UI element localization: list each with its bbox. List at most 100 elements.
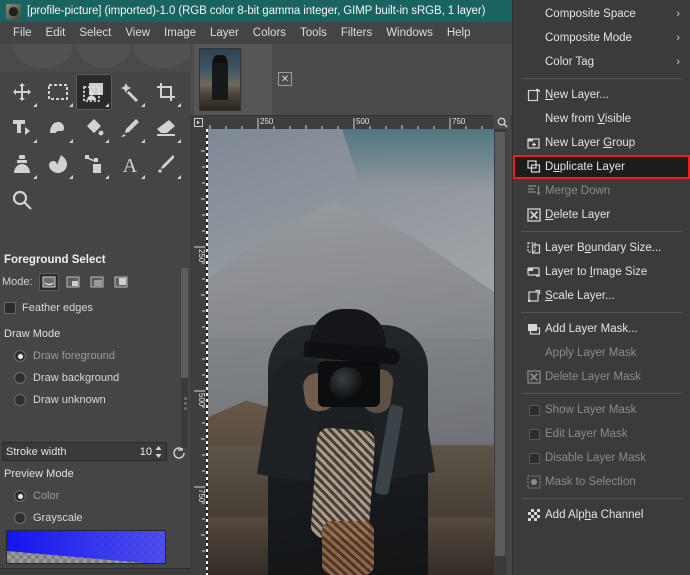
- replace-selection-button[interactable]: [38, 273, 59, 291]
- move-tool[interactable]: [4, 74, 40, 110]
- horizontal-ruler[interactable]: 250 500 750: [190, 115, 512, 129]
- tool-corner-marker: [33, 175, 37, 179]
- tool-corner-marker: [33, 139, 37, 143]
- subtract-from-selection-button[interactable]: [87, 273, 107, 291]
- svg-text:750: 750: [197, 489, 206, 503]
- checkbox-square: [528, 428, 540, 440]
- feather-edges-row[interactable]: Feather edges: [4, 302, 93, 314]
- checkbox-icon: [523, 404, 545, 416]
- color-picker-tool[interactable]: [148, 146, 184, 182]
- menubar-item-layer[interactable]: Layer: [203, 25, 246, 41]
- menubar-item-colors[interactable]: Colors: [246, 25, 293, 41]
- vertical-ruler[interactable]: 250 500 750: [190, 129, 206, 575]
- layer-context-menu[interactable]: Composite Space › Composite Mode › Color Tag…: [512, 0, 690, 575]
- tool-grid[interactable]: A: [4, 74, 186, 218]
- menu-item-label: Add Layer Mask...: [545, 323, 638, 335]
- tool-corner-marker: [177, 139, 181, 143]
- scrollbar-thumb[interactable]: [495, 132, 505, 556]
- bucket-fill-tool[interactable]: [76, 110, 112, 146]
- image-canvas[interactable]: [206, 129, 494, 575]
- menu-item-label: Layer Boundary Size...: [545, 242, 662, 254]
- decorative-blob: [134, 44, 190, 68]
- menu-item-mask-to-selection: Mask to Selection: [513, 470, 690, 494]
- warp-transform-tool[interactable]: [40, 110, 76, 146]
- menu-item-add-layer-mask[interactable]: Add Layer Mask...: [513, 317, 690, 341]
- draw-background-radio[interactable]: [14, 372, 26, 384]
- merge-down-icon: [523, 184, 545, 198]
- intersect-with-selection-button[interactable]: [111, 273, 131, 291]
- stroke-width-row[interactable]: Stroke width 10: [2, 442, 188, 461]
- panel-resize-grip[interactable]: [184, 395, 189, 417]
- tool-corner-marker: [105, 103, 109, 107]
- menu-item-label: Layer to Image Size: [545, 266, 648, 278]
- opacity-gradient-preview[interactable]: [6, 530, 166, 564]
- preview-grayscale-radio[interactable]: [14, 512, 26, 524]
- menu-item-scale-layer[interactable]: Scale Layer...: [513, 284, 690, 308]
- smudge-tool[interactable]: [40, 146, 76, 182]
- tool-options-scrollbar[interactable]: [181, 268, 188, 448]
- preview-color-row[interactable]: Color: [14, 490, 59, 502]
- menu-item-show-layer-mask: Show Layer Mask: [513, 398, 690, 422]
- menubar-item-select[interactable]: Select: [72, 25, 118, 41]
- draw-unknown-radio[interactable]: [14, 394, 26, 406]
- menubar-item-view[interactable]: View: [118, 25, 157, 41]
- menu-item-add-alpha-channel[interactable]: Add Alpha Channel: [513, 503, 690, 527]
- menu-item-composite-space[interactable]: Composite Space ›: [513, 2, 690, 26]
- menu-item-label: New from Visible: [545, 113, 632, 125]
- svg-text:500: 500: [197, 393, 206, 407]
- stroke-width-input[interactable]: Stroke width 10: [2, 442, 167, 461]
- close-icon[interactable]: ✕: [278, 72, 292, 86]
- menubar-item-file[interactable]: File: [6, 25, 39, 41]
- preview-grayscale-row[interactable]: Grayscale: [14, 512, 83, 524]
- preview-color-radio[interactable]: [14, 490, 26, 502]
- menubar-item-windows[interactable]: Windows: [379, 25, 440, 41]
- menu-item-layer-to-image-size[interactable]: Layer to Image Size: [513, 260, 690, 284]
- menubar-item-filters[interactable]: Filters: [334, 25, 379, 41]
- foreground-select-tool[interactable]: [76, 74, 112, 110]
- draw-foreground-radio[interactable]: [14, 350, 26, 362]
- menu-item-new-from-visible[interactable]: New from Visible: [513, 107, 690, 131]
- ruler-origin-button[interactable]: [190, 115, 206, 129]
- menu-item-duplicate-layer[interactable]: Duplicate Layer: [513, 155, 690, 179]
- draw-foreground-row[interactable]: Draw foreground: [14, 350, 115, 362]
- selection-mode-row[interactable]: Mode:: [2, 272, 131, 292]
- tool-corner-marker: [141, 103, 145, 107]
- scrollbar-thumb[interactable]: [181, 268, 188, 378]
- svg-text:500: 500: [356, 117, 370, 126]
- canvas-camera-lens: [330, 367, 364, 401]
- menubar-item-help[interactable]: Help: [440, 25, 478, 41]
- unified-transform-tool[interactable]: [4, 110, 40, 146]
- menu-item-composite-mode[interactable]: Composite Mode ›: [513, 26, 690, 50]
- menubar-item-image[interactable]: Image: [157, 25, 203, 41]
- paintbrush-tool[interactable]: [112, 110, 148, 146]
- feather-edges-checkbox[interactable]: [4, 302, 16, 314]
- zoom-tool[interactable]: [4, 182, 40, 218]
- eraser-tool[interactable]: [148, 110, 184, 146]
- canvas-vertical-scrollbar[interactable]: [494, 129, 506, 575]
- menu-item-layer-boundary-size[interactable]: Layer Boundary Size...: [513, 236, 690, 260]
- draw-background-row[interactable]: Draw background: [14, 372, 119, 384]
- fuzzy-select-tool[interactable]: [112, 74, 148, 110]
- menu-item-new-layer-group[interactable]: New Layer Group: [513, 131, 690, 155]
- image-tab-strip[interactable]: ✕: [190, 44, 512, 115]
- menu-item-new-layer[interactable]: New Layer...: [513, 83, 690, 107]
- paths-tool[interactable]: [76, 146, 112, 182]
- layer-to-image-size-icon: [523, 265, 545, 279]
- menu-item-delete-layer[interactable]: Delete Layer: [513, 203, 690, 227]
- menubar-item-tools[interactable]: Tools: [293, 25, 334, 41]
- crop-tool[interactable]: [148, 74, 184, 110]
- zoom-image-button[interactable]: [494, 115, 510, 129]
- menu-separator: [521, 393, 682, 394]
- stroke-width-stepper[interactable]: [154, 444, 163, 459]
- text-tool[interactable]: A: [112, 146, 148, 182]
- menubar-item-edit[interactable]: Edit: [39, 25, 73, 41]
- clone-tool[interactable]: [4, 146, 40, 182]
- image-tab-profile-picture[interactable]: [194, 44, 272, 115]
- gradient-triangle: [7, 531, 165, 563]
- menu-item-color-tag[interactable]: Color Tag ›: [513, 50, 690, 74]
- menu-item-label: Show Layer Mask: [545, 404, 637, 416]
- rectangle-select-tool[interactable]: [40, 74, 76, 110]
- draw-unknown-row[interactable]: Draw unknown: [14, 394, 106, 406]
- add-to-selection-button[interactable]: [63, 273, 83, 291]
- quick-mask-toggle[interactable]: [190, 559, 206, 575]
